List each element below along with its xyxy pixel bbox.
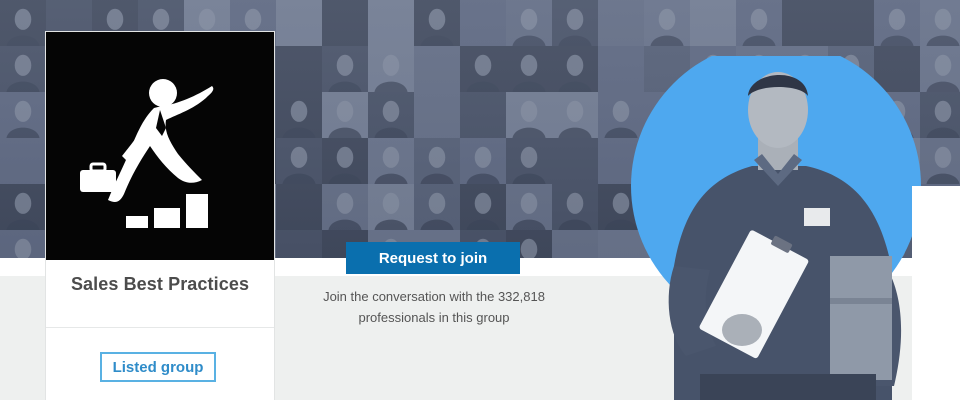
- group-card: Sales Best Practices Listed group: [46, 32, 274, 400]
- right-edge-panel: [912, 186, 960, 400]
- group-title: Sales Best Practices: [70, 274, 250, 294]
- divider: [46, 327, 274, 328]
- join-description: Join the conversation with the 332,818 p…: [306, 286, 562, 328]
- request-to-join-button[interactable]: Request to join: [346, 242, 520, 274]
- group-logo: [46, 32, 274, 260]
- join-description-line1: Join the conversation with the 332,818: [323, 289, 545, 304]
- businessman-climbing-icon: [80, 79, 214, 228]
- delivery-person-image: [630, 56, 960, 400]
- delivery-man-icon: [631, 56, 921, 400]
- listed-group-button[interactable]: Listed group: [100, 352, 216, 382]
- join-description-line2: professionals in this group: [358, 310, 510, 325]
